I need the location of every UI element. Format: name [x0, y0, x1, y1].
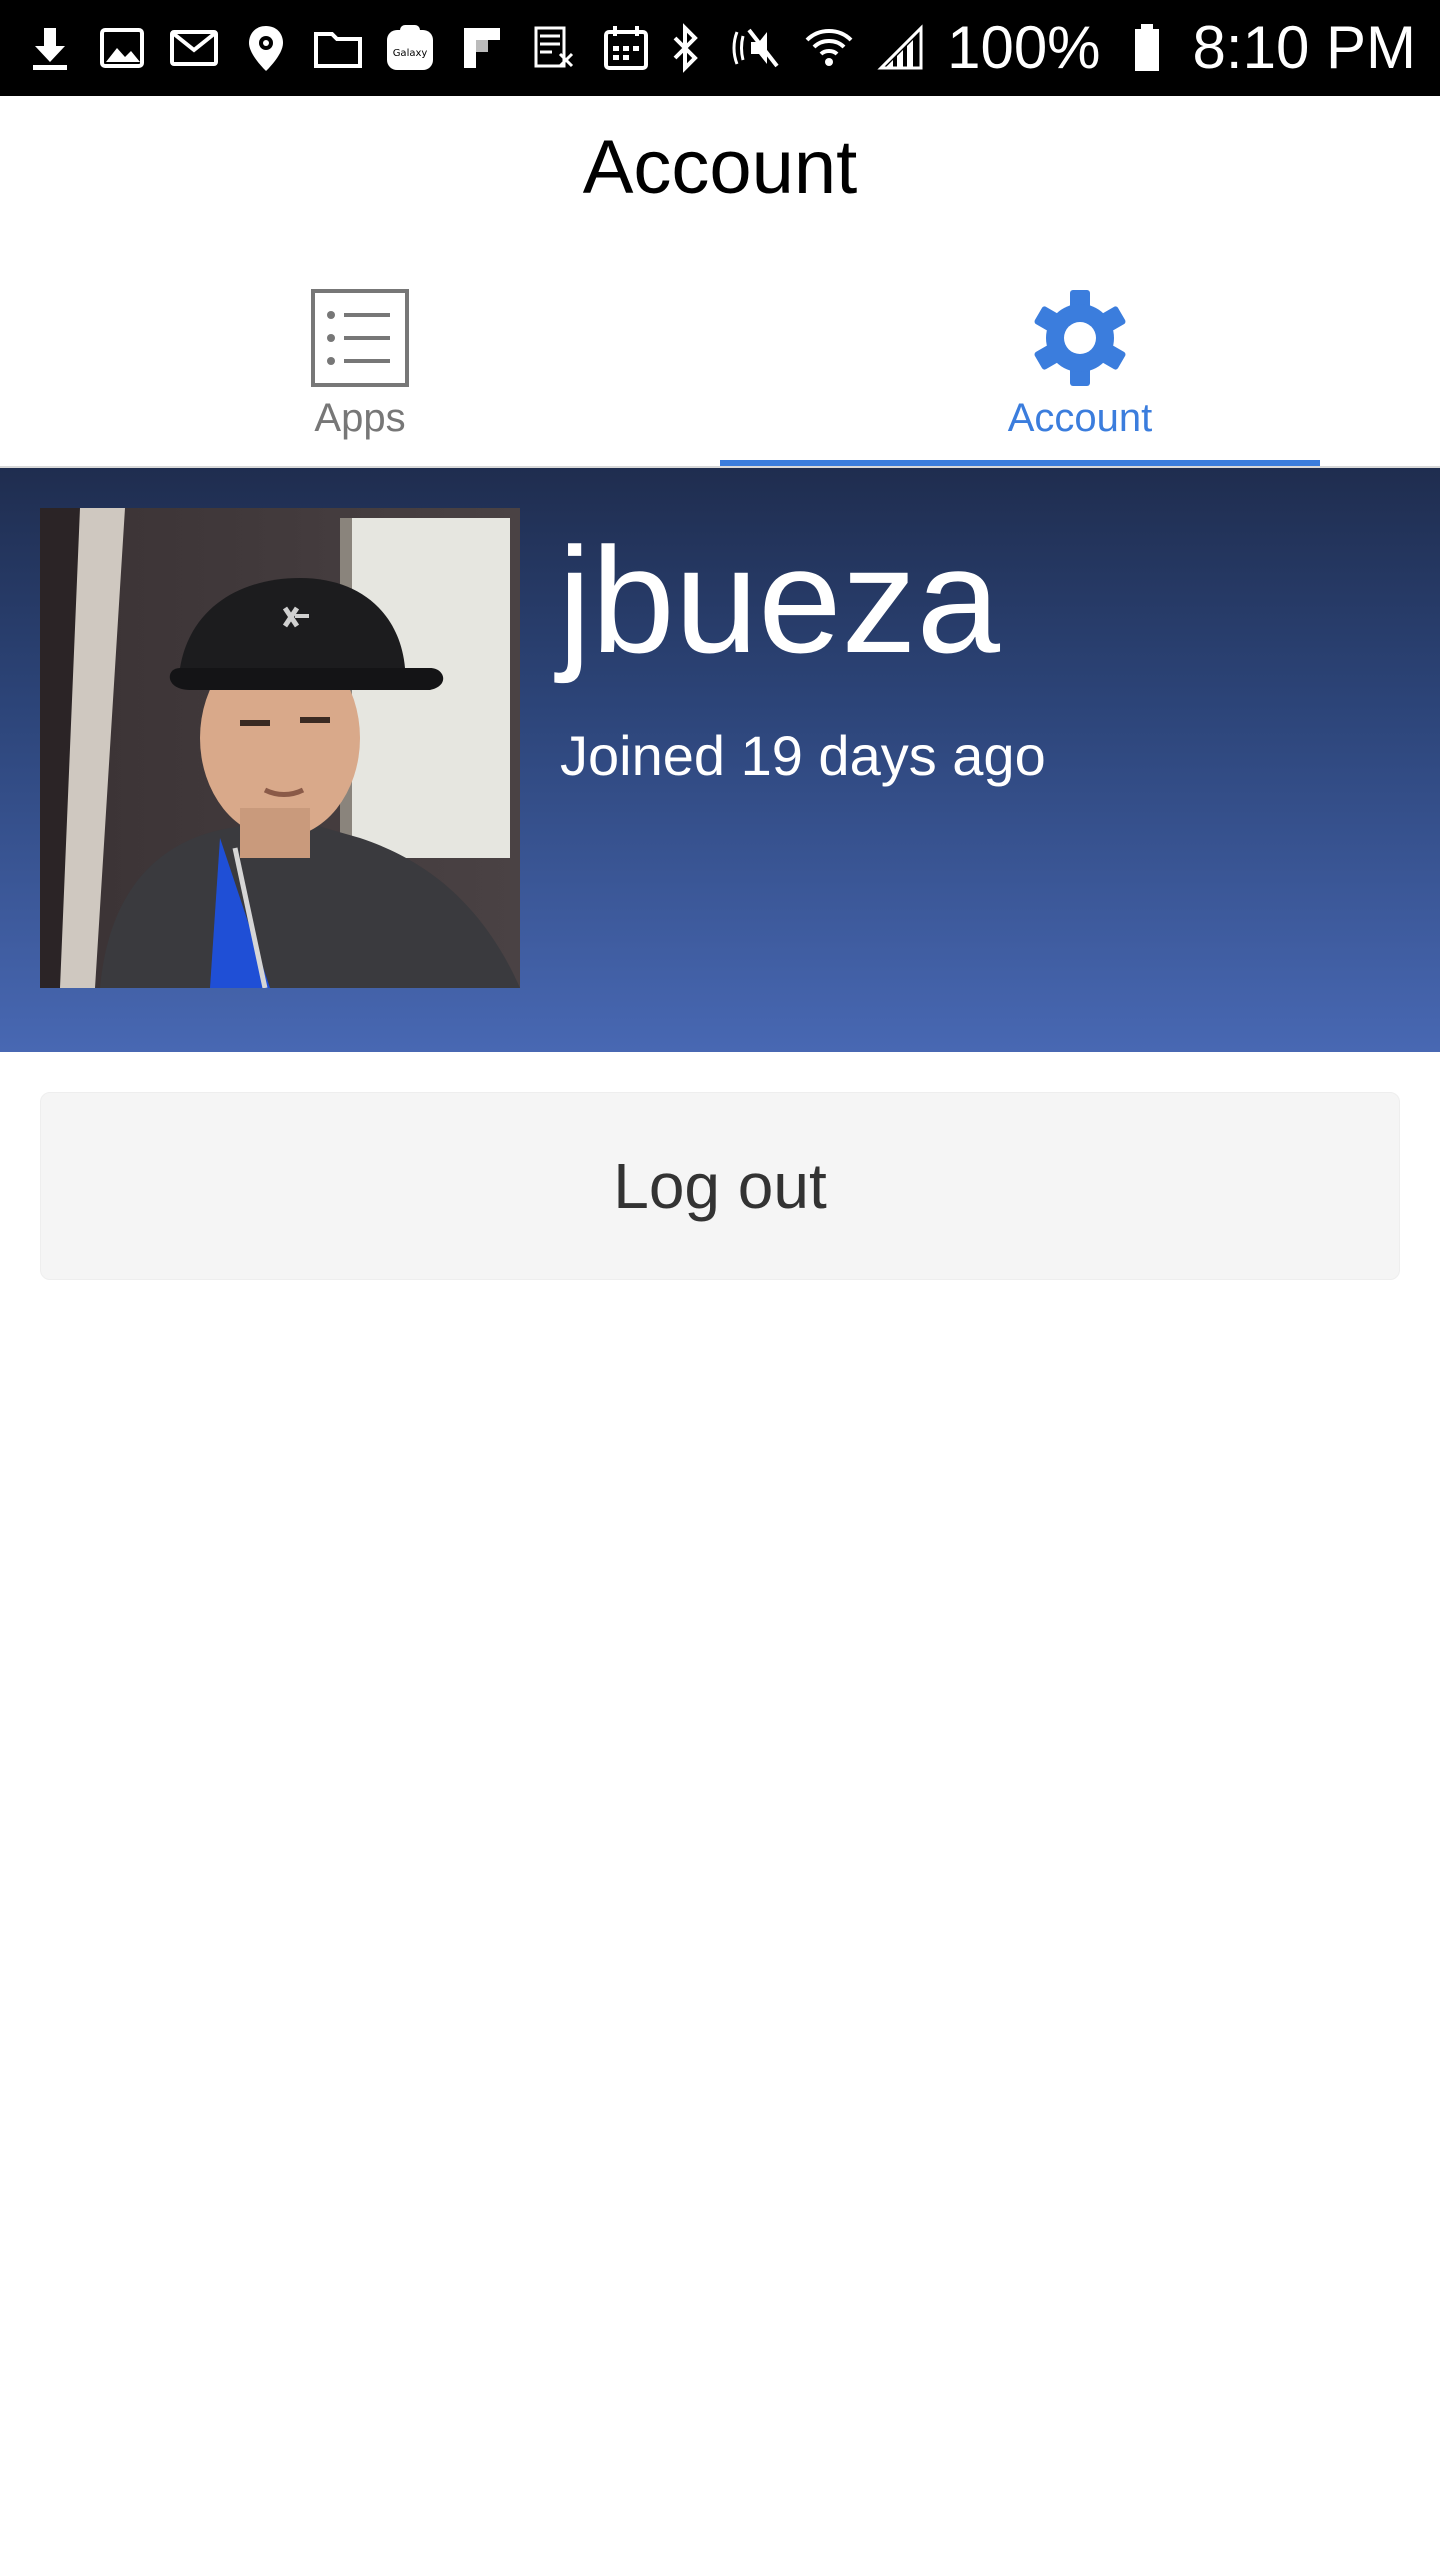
gmail-icon — [168, 22, 220, 74]
tab-apps-label: Apps — [314, 396, 406, 440]
username: jbueza — [558, 516, 1001, 684]
galaxy-icon: Galaxy — [384, 22, 436, 74]
avatar-photo — [40, 508, 520, 988]
tab-bar: Apps Account — [0, 270, 1440, 468]
sheet-icon — [528, 22, 580, 74]
location-icon — [240, 22, 292, 74]
avatar — [40, 508, 520, 988]
bluetooth-icon — [659, 22, 711, 74]
gear-icon — [1034, 290, 1126, 386]
battery-percentage: 100% — [947, 14, 1101, 81]
profile-banner: jbueza Joined 19 days ago — [0, 468, 1440, 1052]
folder-icon — [312, 22, 364, 74]
tab-account-label: Account — [1007, 396, 1153, 440]
galaxy-label: Galaxy — [393, 48, 428, 59]
wifi-icon — [803, 22, 855, 74]
joined-date: Joined 19 days ago — [560, 724, 1046, 787]
status-system-icons: 100% 8:10 PM — [659, 18, 1416, 78]
flipboard-icon — [456, 22, 508, 74]
battery-icon — [1121, 22, 1173, 74]
signal-icon — [875, 22, 927, 74]
calendar-icon — [600, 22, 652, 74]
tab-apps[interactable]: Apps — [0, 270, 720, 468]
page-title: Account — [582, 125, 858, 210]
image-icon — [96, 22, 148, 74]
list-icon — [311, 289, 409, 387]
status-notification-icons: Galaxy — [24, 22, 652, 74]
tab-account[interactable]: Account — [720, 270, 1440, 468]
clock-time: 8:10 PM — [1192, 14, 1416, 81]
status-bar: Galaxy 100% 8:10 PM — [0, 0, 1440, 96]
nfc-mute-icon — [731, 22, 783, 74]
download-icon — [24, 22, 76, 74]
logout-button[interactable]: Log out — [40, 1092, 1400, 1280]
